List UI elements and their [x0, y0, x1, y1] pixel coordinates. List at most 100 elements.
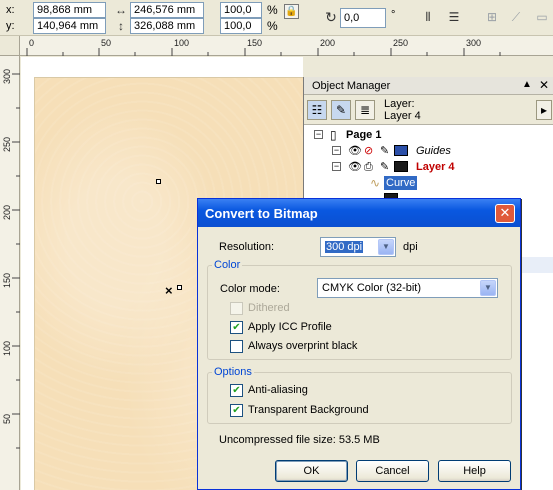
tree-row-layer-4[interactable]: − 👁 ⎙ ✎ Layer 4	[304, 159, 553, 175]
dithered-checkbox[interactable]	[230, 302, 243, 315]
help-button[interactable]: Help	[438, 460, 511, 482]
options-group: Options ✔ Anti-aliasing ✔ Transparent Ba…	[207, 366, 512, 424]
color-group: Color Color mode: CMYK Color (32-bit) ▼ …	[207, 259, 512, 360]
print-disabled-icon[interactable]: ⊘	[364, 143, 373, 159]
v-ruler-label-150: 150	[2, 272, 12, 288]
visibility-eye-icon[interactable]: 👁	[348, 159, 362, 175]
v-ruler-label-200: 200	[2, 204, 12, 220]
guides-layer-name: Guides	[416, 145, 451, 157]
y-label: y:	[6, 20, 15, 32]
apply-icc-label: Apply ICC Profile	[248, 321, 332, 333]
scale-y-percent: %	[267, 19, 278, 33]
transparent-bg-label: Transparent Background	[248, 404, 369, 416]
collapse-icon[interactable]: ▲	[522, 79, 532, 90]
resolution-label: Resolution:	[219, 241, 275, 253]
height-field[interactable]: 326,088 mm	[130, 18, 204, 34]
menu-arrow-icon[interactable]: ▸	[536, 100, 552, 120]
tree-row-page[interactable]: − ▯ Page 1	[304, 127, 553, 143]
h-ruler-label-0: 0	[29, 38, 35, 48]
rotation-field[interactable]: 0,0	[340, 8, 386, 28]
visibility-eye-icon[interactable]: 👁	[348, 143, 362, 159]
dialog-title: Convert to Bitmap	[205, 206, 318, 221]
tree-row-guides[interactable]: − 👁 ⊘ ✎ Guides	[304, 143, 553, 159]
group-icon[interactable]: ⊞	[484, 9, 500, 25]
dialog-titlebar[interactable]: Convert to Bitmap ✕	[198, 199, 520, 227]
mirror-horizontal-icon[interactable]: ⫴	[420, 9, 436, 25]
width-field[interactable]: 246,576 mm	[130, 2, 204, 18]
horizontal-ruler[interactable]: 0 50 100 150 200 250 300	[20, 36, 553, 56]
color-mode-select[interactable]: CMYK Color (32-bit) ▼	[317, 278, 498, 298]
property-bar: x: 98,868 mm y: 140,964 mm ↔ 246,576 mm …	[0, 0, 553, 36]
edit-pencil-icon[interactable]: ✎	[380, 159, 389, 175]
object-manager-header: Object Manager ▲ ✕	[304, 77, 553, 95]
options-group-title: Options	[212, 366, 254, 378]
close-icon[interactable]: ✕	[539, 78, 549, 92]
rotate-icon: ↻	[325, 9, 337, 25]
anti-aliasing-label: Anti-aliasing	[248, 384, 308, 396]
printer-icon[interactable]: ⎙	[364, 159, 373, 175]
scale-x-percent: %	[267, 3, 278, 17]
ruler-origin[interactable]	[0, 36, 20, 56]
object-manager-title: Object Manager	[312, 80, 391, 92]
collapse-expander-icon[interactable]: −	[332, 146, 341, 155]
guides-color-swatch[interactable]	[394, 145, 408, 156]
scale-x-field[interactable]: 100,0	[220, 2, 262, 18]
tree-row-curve[interactable]: ∿ Curve	[304, 175, 553, 191]
ok-button[interactable]: OK	[275, 460, 348, 482]
selection-handle[interactable]	[156, 179, 161, 184]
convert-to-curves-icon[interactable]: ⟋	[508, 9, 524, 25]
v-ruler-label-250: 250	[2, 136, 12, 152]
file-size-text: Uncompressed file size: 53.5 MB	[219, 434, 380, 446]
selection-handle[interactable]	[177, 285, 182, 290]
page-icon: ▯	[330, 128, 337, 142]
x-position-field[interactable]: 98,868 mm	[33, 2, 106, 18]
outline-icon[interactable]: ▭	[534, 9, 550, 25]
object-manager-toolbar: ☷ ✎ ≣ Layer: Layer 4 ▸	[304, 95, 553, 125]
layer-4-name: Layer 4	[416, 161, 455, 173]
always-overprint-checkbox[interactable]	[230, 340, 243, 353]
cancel-button[interactable]: Cancel	[356, 460, 429, 482]
lock-ratio-icon[interactable]: 🔒	[284, 4, 299, 19]
vertical-ruler[interactable]: 300 250 200 150 100 50	[0, 56, 20, 490]
always-overprint-label: Always overprint black	[248, 340, 358, 352]
h-ruler-label-50: 50	[101, 38, 112, 48]
layer-manager-view-icon[interactable]: ≣	[355, 100, 375, 120]
x-label: x:	[6, 4, 15, 16]
show-properties-icon[interactable]: ☷	[307, 100, 327, 120]
center-marker-icon[interactable]: ×	[165, 284, 173, 297]
apply-icc-checkbox[interactable]: ✔	[230, 321, 243, 334]
height-icon: ↕	[118, 19, 124, 33]
layer-label: Layer:	[384, 98, 415, 110]
v-ruler-label-300: 300	[2, 68, 12, 84]
y-position-field[interactable]: 140,964 mm	[33, 18, 106, 34]
page-name: Page 1	[346, 129, 382, 141]
current-layer-name: Layer 4	[384, 110, 421, 122]
mirror-vertical-icon[interactable]: ☰	[446, 9, 462, 25]
collapse-expander-icon[interactable]: −	[314, 130, 323, 139]
layer-color-swatch[interactable]	[394, 161, 408, 172]
v-ruler-label-50: 50	[2, 413, 12, 424]
transparent-bg-checkbox[interactable]: ✔	[230, 404, 243, 417]
v-ruler-label-100: 100	[2, 340, 12, 356]
chevron-down-icon[interactable]: ▼	[480, 280, 496, 296]
width-icon: ↔	[115, 3, 127, 17]
chevron-down-icon[interactable]: ▼	[378, 239, 394, 255]
curve-object-name[interactable]: Curve	[384, 176, 418, 190]
curve-object-icon: ∿	[370, 176, 381, 190]
degree-symbol: °	[391, 9, 396, 21]
collapse-expander-icon[interactable]: −	[332, 162, 341, 171]
edit-across-layers-icon[interactable]: ✎	[331, 100, 351, 120]
resolution-select[interactable]: 300 dpi ▼	[320, 237, 396, 257]
color-group-title: Color	[212, 259, 243, 271]
h-ruler-label-200: 200	[320, 38, 336, 48]
convert-to-bitmap-dialog: Convert to Bitmap ✕ Resolution: 300 dpi …	[197, 198, 521, 490]
resolution-value: 300 dpi	[325, 241, 364, 253]
h-ruler-label-150: 150	[247, 38, 263, 48]
color-mode-label: Color mode:	[220, 283, 280, 295]
dialog-close-icon[interactable]: ✕	[495, 204, 515, 223]
anti-aliasing-checkbox[interactable]: ✔	[230, 384, 243, 397]
resolution-unit: dpi	[403, 241, 418, 253]
scale-y-field[interactable]: 100,0	[220, 18, 262, 34]
color-mode-value: CMYK Color (32-bit)	[322, 282, 422, 294]
edit-pencil-icon[interactable]: ✎	[380, 143, 389, 159]
